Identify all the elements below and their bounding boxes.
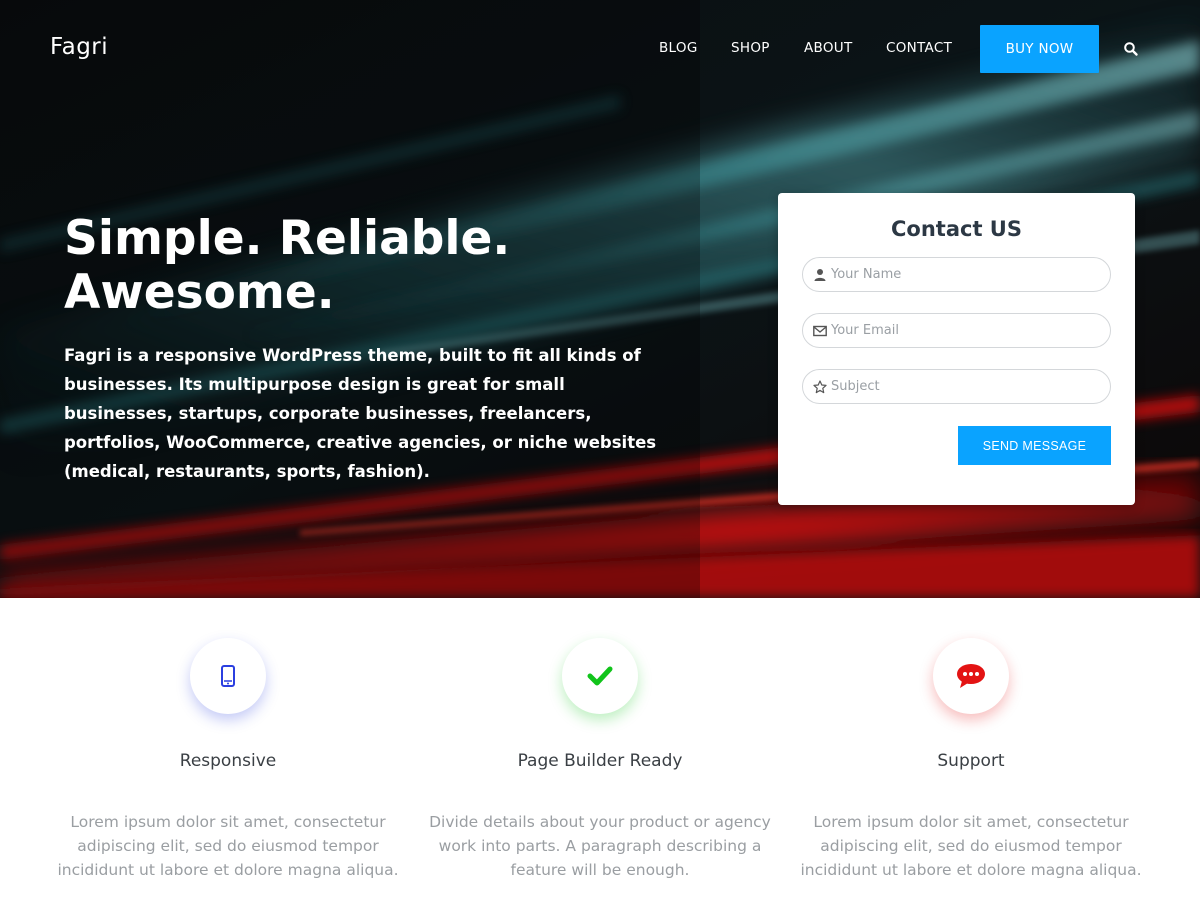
- nav-item-shop[interactable]: SHOP: [731, 40, 770, 56]
- hero-title-line-1: Simple. Reliable.: [64, 211, 511, 266]
- hero-title-line-2: Awesome.: [64, 265, 335, 320]
- name-field[interactable]: [802, 257, 1111, 292]
- feature-icon-circle: [933, 638, 1009, 714]
- site-logo[interactable]: Fagri: [50, 34, 108, 60]
- chat-bubble-icon: [957, 664, 985, 688]
- site-header: Fagri BLOG SHOP ABOUT CONTACT BUY NOW: [0, 0, 1200, 100]
- feature-description: Lorem ipsum dolor sit amet, consectetur …: [800, 813, 1142, 879]
- hero-title: Simple. Reliable. Awesome.: [64, 212, 664, 320]
- subject-input[interactable]: [831, 370, 1101, 403]
- contact-form-card: Contact US SEND MESSAGE: [778, 193, 1135, 505]
- feature-description: Lorem ipsum dolor sit amet, consectetur …: [57, 813, 399, 879]
- feature-title: Page Builder Ready: [517, 751, 683, 771]
- hero-description: Fagri is a responsive WordPress theme, b…: [64, 346, 657, 481]
- checkmark-icon: [587, 666, 613, 686]
- feature-icon-circle: [562, 638, 638, 714]
- email-field[interactable]: [802, 313, 1111, 348]
- nav-item-blog[interactable]: BLOG: [659, 40, 698, 56]
- send-message-button[interactable]: SEND MESSAGE: [958, 426, 1111, 465]
- feature-description: Divide details about your product or age…: [429, 813, 771, 879]
- user-icon: [814, 269, 826, 281]
- feature-icon-circle: [190, 638, 266, 714]
- buy-now-button[interactable]: BUY NOW: [980, 25, 1099, 73]
- nav-item-contact[interactable]: CONTACT: [886, 40, 952, 56]
- nav-item-about[interactable]: ABOUT: [804, 40, 853, 56]
- subject-field[interactable]: [802, 369, 1111, 404]
- star-icon: [813, 380, 827, 394]
- search-icon[interactable]: [1123, 41, 1139, 57]
- envelope-icon: [813, 325, 827, 337]
- feature-title: Responsive: [179, 751, 277, 771]
- mobile-icon: [221, 665, 235, 687]
- email-input[interactable]: [831, 314, 1101, 347]
- contact-form-title: Contact US: [891, 217, 1022, 241]
- feature-title: Support: [937, 751, 1005, 771]
- name-input[interactable]: [831, 258, 1101, 291]
- features-section: Responsive Lorem ipsum dolor sit amet, c…: [0, 598, 1200, 900]
